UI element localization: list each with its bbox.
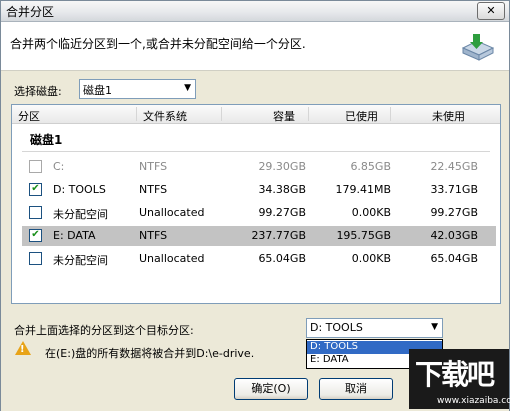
chevron-down-icon: ▼ — [431, 322, 438, 332]
partition-name: C: — [53, 160, 65, 173]
partition-used: 195.75GB — [336, 229, 391, 242]
partition-name: D: TOOLS — [53, 183, 106, 196]
partition-capacity: 65.04GB — [258, 252, 306, 265]
merge-partition-icon — [461, 32, 495, 65]
column-divider — [136, 107, 137, 121]
partition-filesystem: Unallocated — [139, 206, 205, 219]
close-button[interactable]: ✕ — [477, 2, 505, 20]
disk-group-label: 磁盘1 — [30, 133, 63, 147]
target-partition-value: D: TOOLS — [310, 321, 363, 334]
partition-free: 22.45GB — [430, 160, 478, 173]
column-header-free[interactable]: 未使用 — [432, 108, 465, 124]
merge-partition-window: 合并分区 ✕ 合并两个临近分区到一个,或合并未分配空间给一个分区. 选择磁盘: … — [0, 0, 510, 411]
dropdown-option-label: D: TOOLS — [310, 341, 359, 352]
watermark-logo: 下载吧 www.xiazaiba.com — [409, 349, 510, 409]
column-divider — [390, 107, 391, 121]
partition-used: 0.00KB — [351, 206, 391, 219]
column-divider — [221, 107, 222, 121]
partition-checkbox[interactable] — [29, 252, 42, 265]
partition-checkbox[interactable]: ✔ — [29, 229, 42, 242]
partition-table: 分区 文件系统 容量 已使用 未使用 磁盘1 C: NTFS 29.30GB 6… — [11, 104, 501, 304]
partition-used: 6.85GB — [350, 160, 391, 173]
column-divider — [308, 107, 309, 121]
partition-free: 33.71GB — [430, 183, 478, 196]
target-partition-dropdown[interactable]: D: TOOLS ▼ — [306, 318, 443, 338]
partition-checkbox[interactable]: ✔ — [29, 183, 42, 196]
warning-icon-mark: ! — [20, 344, 25, 355]
partition-capacity: 237.77GB — [251, 229, 306, 242]
table-row[interactable]: 未分配空间 Unallocated 99.27GB 0.00KB 99.27GB — [22, 203, 496, 223]
column-header-filesystem[interactable]: 文件系统 — [143, 108, 187, 124]
partition-used: 179.41MB — [335, 183, 391, 196]
partition-name: E: DATA — [53, 229, 96, 242]
title-bar: 合并分区 ✕ — [1, 1, 509, 22]
table-header: 分区 文件系统 容量 已使用 未使用 — [12, 105, 500, 124]
partition-capacity: 29.30GB — [258, 160, 306, 173]
chevron-down-icon: ▼ — [184, 83, 191, 93]
partition-filesystem: NTFS — [139, 183, 168, 196]
dropdown-option-label: E: DATA — [310, 354, 349, 365]
disk-select-value: 磁盘1 — [83, 84, 112, 97]
target-partition-label: 合并上面选择的分区到这个目标分区: — [14, 324, 194, 337]
watermark-url: www.xiazaiba.com — [437, 396, 510, 406]
partition-filesystem: NTFS — [139, 160, 168, 173]
disk-select-dropdown[interactable]: 磁盘1 ▼ — [79, 79, 196, 99]
partition-checkbox[interactable] — [29, 206, 42, 219]
partition-used: 0.00KB — [351, 252, 391, 265]
table-row[interactable]: ✔ D: TOOLS NTFS 34.38GB 179.41MB 33.71GB — [22, 180, 496, 200]
partition-name: 未分配空间 — [53, 254, 108, 267]
partition-capacity: 99.27GB — [258, 206, 306, 219]
column-header-partition[interactable]: 分区 — [18, 108, 40, 124]
cancel-button[interactable]: 取消 — [319, 378, 393, 400]
partition-capacity: 34.38GB — [258, 183, 306, 196]
table-row[interactable]: ✔ E: DATA NTFS 237.77GB 195.75GB 42.03GB — [22, 226, 496, 246]
group-divider — [22, 151, 490, 152]
column-header-capacity[interactable]: 容量 — [273, 108, 295, 124]
partition-filesystem: NTFS — [139, 229, 168, 242]
partition-filesystem: Unallocated — [139, 252, 205, 265]
watermark-text: 下载吧 — [415, 358, 495, 391]
window-title: 合并分区 — [6, 5, 55, 19]
disk-select-label: 选择磁盘: — [14, 85, 62, 98]
table-row[interactable]: 未分配空间 Unallocated 65.04GB 0.00KB 65.04GB — [22, 249, 496, 269]
ok-button[interactable]: 确定(O) — [234, 378, 308, 400]
table-row: C: NTFS 29.30GB 6.85GB 22.45GB — [22, 157, 496, 177]
header-panel: 合并两个临近分区到一个,或合并未分配空间给一个分区. — [1, 22, 509, 70]
partition-free: 65.04GB — [430, 252, 478, 265]
warning-text: 在(E:)盘的所有数据将被合并到D:\e-drive. — [45, 347, 255, 360]
description-text: 合并两个临近分区到一个,或合并未分配空间给一个分区. — [10, 37, 306, 51]
column-header-used[interactable]: 已使用 — [345, 108, 378, 124]
partition-name: 未分配空间 — [53, 208, 108, 221]
partition-free: 42.03GB — [430, 229, 478, 242]
partition-free: 99.27GB — [430, 206, 478, 219]
partition-checkbox — [29, 160, 42, 173]
